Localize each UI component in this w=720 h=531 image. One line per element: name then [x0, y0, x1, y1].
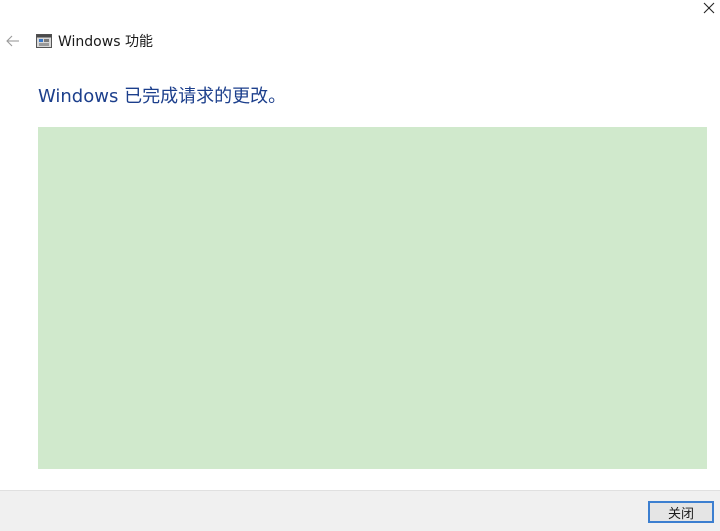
windows-features-dialog: Windows 功能 Windows 已完成请求的更改。 关闭	[0, 0, 720, 531]
window-title: Windows 功能	[58, 34, 153, 50]
page-heading: Windows 已完成请求的更改。	[38, 86, 287, 107]
title-bar: Windows 功能	[6, 30, 153, 52]
dialog-footer: 关闭	[0, 490, 720, 531]
status-panel	[38, 127, 707, 469]
windows-features-icon	[36, 33, 52, 49]
window-close-button[interactable]	[698, 0, 720, 16]
close-icon	[703, 2, 715, 14]
close-button[interactable]: 关闭	[648, 501, 714, 523]
back-button[interactable]	[6, 34, 20, 48]
back-arrow-icon	[6, 35, 19, 47]
